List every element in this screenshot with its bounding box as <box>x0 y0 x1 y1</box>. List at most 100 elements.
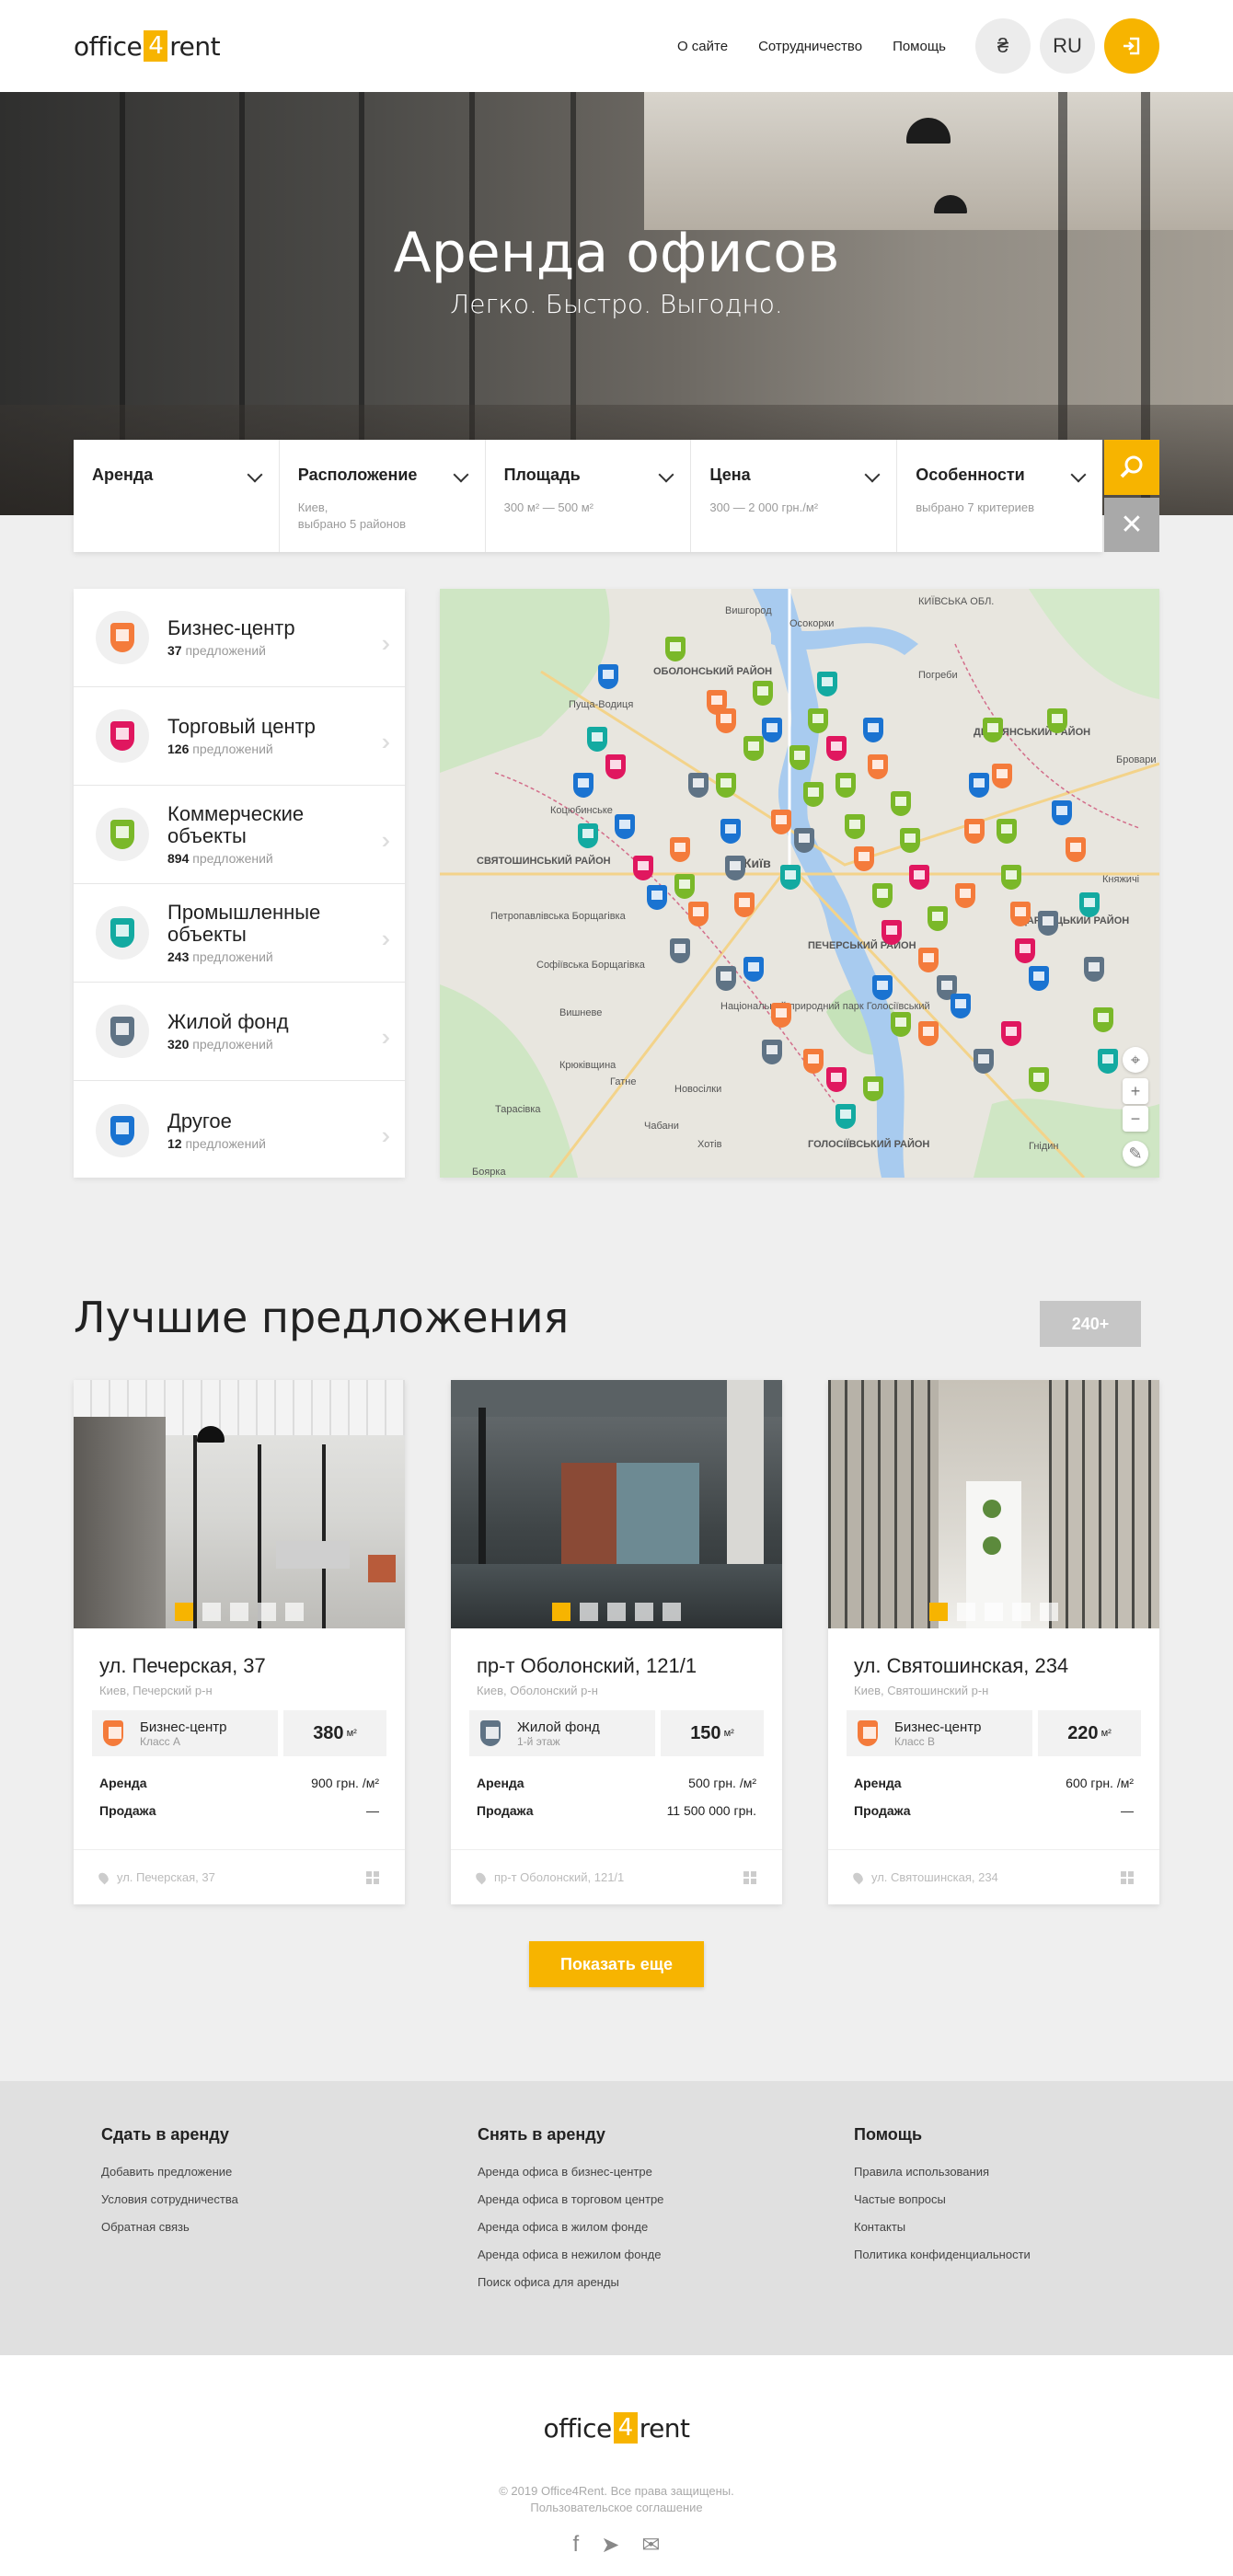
map-marker[interactable] <box>789 745 810 770</box>
map-marker[interactable] <box>882 920 902 945</box>
map-marker[interactable] <box>670 938 690 963</box>
map-marker[interactable] <box>803 782 824 807</box>
map-marker[interactable] <box>720 819 741 844</box>
map-marker[interactable] <box>955 883 975 908</box>
pager-dot[interactable] <box>552 1603 570 1621</box>
map-marker[interactable] <box>573 773 593 798</box>
map-marker[interactable] <box>1015 938 1035 963</box>
pager-dot[interactable] <box>635 1603 653 1621</box>
filter-area[interactable]: Площадь 300 м² — 500 м² <box>486 440 692 552</box>
map-marker[interactable] <box>1038 911 1058 936</box>
footer-link[interactable]: Контакты <box>854 2220 1031 2234</box>
pager-dot[interactable] <box>957 1603 975 1621</box>
offer-card[interactable]: ул. Святошинская, 234 Киев, Святошинский… <box>828 1380 1159 1904</box>
pager-dot[interactable] <box>1012 1603 1031 1621</box>
compare-icon[interactable] <box>366 1870 379 1884</box>
offer-footer-address[interactable]: ул. Печерская, 37 <box>117 1870 215 1884</box>
footer-link[interactable]: Аренда офиса в жилом фонде <box>478 2220 663 2234</box>
category-industrial[interactable]: Промышленные объекты 243 предложений ›› <box>74 884 405 983</box>
pager-dot[interactable] <box>202 1603 221 1621</box>
pager-dot[interactable] <box>985 1603 1003 1621</box>
filter-price[interactable]: Цена 300 — 2 000 грн./м² <box>691 440 898 552</box>
footer-link[interactable]: Аренда офиса в бизнес-центре <box>478 2165 663 2179</box>
telegram-icon[interactable]: ➤ <box>601 2532 619 2559</box>
map-marker[interactable] <box>688 902 709 926</box>
offer-address[interactable]: ул. Святошинская, 234 <box>854 1654 1159 1678</box>
pager-dot[interactable] <box>580 1603 598 1621</box>
map-marker[interactable] <box>872 975 893 1000</box>
map-marker[interactable] <box>1066 837 1086 862</box>
footer-link[interactable]: Добавить предложение <box>101 2165 238 2179</box>
map-marker[interactable] <box>1001 1021 1021 1046</box>
map-marker[interactable] <box>716 773 736 798</box>
map-marker[interactable] <box>734 892 755 917</box>
category-residential[interactable]: Жилой фонд 320 предложений ›› <box>74 983 405 1081</box>
compare-icon[interactable] <box>743 1870 756 1884</box>
map-marker[interactable] <box>725 856 745 880</box>
map-marker[interactable] <box>780 865 801 890</box>
map-marker[interactable] <box>817 672 837 696</box>
pager-dot[interactable] <box>285 1603 304 1621</box>
map-marker[interactable] <box>1010 902 1031 926</box>
map-marker[interactable] <box>1079 892 1100 917</box>
map-marker[interactable] <box>1047 708 1067 733</box>
mail-icon[interactable]: ✉ <box>641 2532 660 2559</box>
map-marker[interactable] <box>670 837 690 862</box>
map-marker[interactable] <box>771 810 791 834</box>
map-marker[interactable] <box>803 1049 824 1074</box>
map-marker[interactable] <box>633 856 653 880</box>
map-marker[interactable] <box>983 718 1003 742</box>
offer-footer-address[interactable]: ул. Святошинская, 234 <box>871 1870 998 1884</box>
footer-link[interactable]: Правила использования <box>854 2165 1031 2179</box>
footer-link[interactable]: Условия сотрудничества <box>101 2192 238 2206</box>
map-marker[interactable] <box>743 736 764 761</box>
offer-photo[interactable] <box>828 1380 1159 1628</box>
locate-me-button[interactable]: ⌖ <box>1123 1047 1148 1073</box>
pager-dot[interactable] <box>258 1603 276 1621</box>
pager-dot[interactable] <box>175 1603 193 1621</box>
pager-dot[interactable] <box>607 1603 626 1621</box>
map-marker[interactable] <box>762 1040 782 1064</box>
map-marker[interactable] <box>992 764 1012 788</box>
map-marker[interactable] <box>918 1021 939 1046</box>
pager-dot[interactable] <box>1040 1603 1058 1621</box>
map-marker[interactable] <box>587 727 607 752</box>
nav-about[interactable]: О сайте <box>677 39 728 54</box>
map-marker[interactable] <box>891 1012 911 1037</box>
login-button[interactable] <box>1104 18 1159 74</box>
map-marker[interactable] <box>1029 966 1049 991</box>
zoom-in-button[interactable]: + <box>1123 1078 1148 1104</box>
map-marker[interactable] <box>835 773 856 798</box>
language-button[interactable]: RU <box>1040 18 1095 74</box>
map-marker[interactable] <box>615 814 635 839</box>
map-marker[interactable] <box>808 708 828 733</box>
map-marker[interactable] <box>688 773 709 798</box>
offer-photo[interactable] <box>74 1380 405 1628</box>
clear-filters-button[interactable]: ✕ <box>1104 498 1159 552</box>
pager-dot[interactable] <box>663 1603 681 1621</box>
map-marker[interactable] <box>863 718 883 742</box>
map-marker[interactable] <box>891 791 911 816</box>
filter-features[interactable]: Особенности выбрано 7 критериев <box>897 440 1102 552</box>
map-marker[interactable] <box>900 828 920 853</box>
nav-help[interactable]: Помощь <box>893 39 946 54</box>
offer-address[interactable]: пр-т Оболонский, 121/1 <box>477 1654 782 1678</box>
offer-address[interactable]: ул. Печерская, 37 <box>99 1654 405 1678</box>
map-marker[interactable] <box>969 773 989 798</box>
map-marker[interactable] <box>598 664 618 689</box>
map-marker[interactable] <box>909 865 929 890</box>
map-marker[interactable] <box>928 906 948 931</box>
offices-map[interactable]: КИЇВСЬКА ОБЛ. Вишгород ОБОЛОНСЬКИЙ РАЙОН… <box>440 589 1159 1178</box>
footer-link[interactable]: Политика конфиденциальности <box>854 2248 1031 2261</box>
map-marker[interactable] <box>918 948 939 972</box>
map-marker[interactable] <box>1001 865 1021 890</box>
nav-cooperation[interactable]: Сотрудничество <box>758 39 862 54</box>
filter-location[interactable]: Расположение Киев, выбрано 5 районов <box>280 440 486 552</box>
category-other[interactable]: Другое 12 предложений ›› <box>74 1081 405 1179</box>
map-marker[interactable] <box>845 814 865 839</box>
currency-button[interactable]: ₴ <box>975 18 1031 74</box>
offer-card[interactable]: пр-т Оболонский, 121/1 Киев, Оболонский … <box>451 1380 782 1904</box>
pager-dot[interactable] <box>929 1603 948 1621</box>
map-marker[interactable] <box>762 718 782 742</box>
map-marker[interactable] <box>1029 1067 1049 1092</box>
